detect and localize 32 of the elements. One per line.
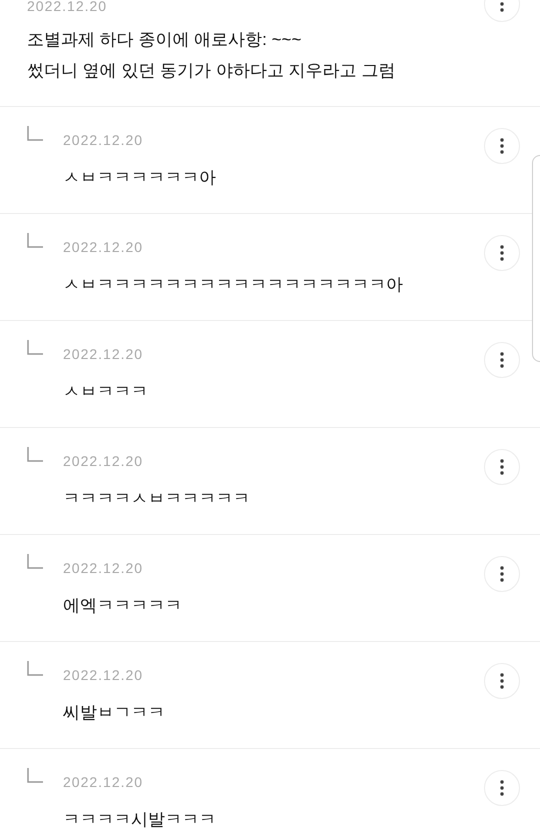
more-vertical-icon	[500, 138, 504, 154]
more-vertical-icon	[500, 673, 504, 689]
comment-text: 썼더니 옆에 있던 동기가 야하다고 지우라고 그럼	[27, 60, 396, 82]
comment-text: ㅅㅂㅋㅋㅋ	[63, 381, 149, 403]
comment-date: 2022.12.20	[27, 0, 108, 14]
comment-date: 2022.12.20	[63, 667, 144, 683]
comment-text: ㅋㅋㅋㅋ시발ㅋㅋㅋ	[63, 809, 217, 831]
more-vertical-icon	[500, 245, 504, 261]
comment-text: 조별과제 하다 종이에 애로사항: ~~~	[27, 29, 302, 51]
reply-corner-icon	[27, 340, 43, 356]
reply-corner-icon	[27, 447, 43, 463]
comment-text: ㅋㅋㅋㅋㅅㅂㅋㅋㅋㅋㅋ	[63, 488, 251, 510]
comment-text: 에엑ㅋㅋㅋㅋㅋ	[63, 595, 183, 617]
more-vertical-icon	[500, 780, 504, 796]
comment-text: ㅅㅂㅋㅋㅋㅋㅋㅋ아	[63, 167, 217, 189]
reply-corner-icon	[27, 126, 43, 142]
comment-date: 2022.12.20	[63, 346, 144, 362]
comment-text: 씨발ㅂㄱㅋㅋ	[63, 702, 166, 724]
reply-corner-icon	[27, 661, 43, 677]
comment-date: 2022.12.20	[63, 239, 144, 255]
comment-date: 2022.12.20	[63, 453, 144, 469]
reply-corner-icon	[27, 233, 43, 249]
more-vertical-icon	[500, 0, 504, 12]
comment-date: 2022.12.20	[63, 774, 144, 790]
reply-corner-icon	[27, 768, 43, 784]
more-vertical-icon	[500, 459, 504, 475]
comment-date: 2022.12.20	[63, 132, 144, 148]
reply-corner-icon	[27, 554, 43, 570]
more-vertical-icon	[500, 352, 504, 368]
comment-text: ㅅㅂㅋㅋㅋㅋㅋㅋㅋㅋㅋㅋㅋㅋㅋㅋㅋㅋㅋ아	[63, 274, 404, 296]
comment-date: 2022.12.20	[63, 560, 144, 576]
more-vertical-icon	[500, 566, 504, 582]
